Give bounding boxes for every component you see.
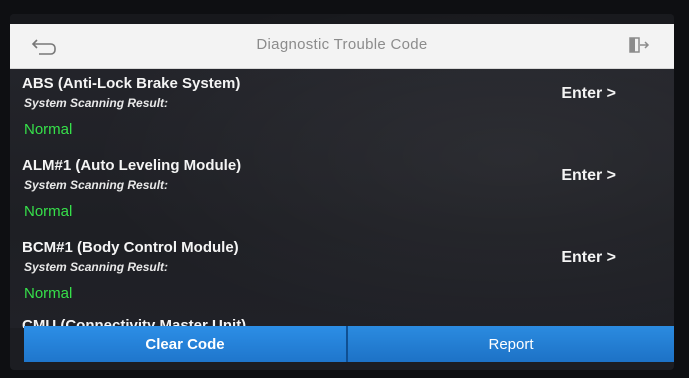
exit-button[interactable] xyxy=(622,32,656,58)
scan-status: Normal xyxy=(24,285,73,302)
report-button[interactable]: Report xyxy=(348,326,674,362)
scan-result-label: System Scanning Result: xyxy=(24,96,169,110)
scan-status: Normal xyxy=(24,121,73,138)
module-name: ABS (Anti-Lock Brake System) xyxy=(22,75,241,92)
enter-button[interactable]: Enter > xyxy=(561,167,616,185)
module-name: ALM#1 (Auto Leveling Module) xyxy=(22,157,242,174)
page-title: Diagnostic Trouble Code xyxy=(256,36,428,53)
enter-button[interactable]: Enter > xyxy=(561,249,616,267)
scan-result-label: System Scanning Result: xyxy=(24,178,169,192)
action-bar: Clear Code Report xyxy=(24,326,674,362)
module-name: BCM#1 (Body Control Module) xyxy=(22,239,239,256)
exit-icon xyxy=(629,37,650,53)
scan-status: Normal xyxy=(24,203,73,220)
enter-button[interactable]: Enter > xyxy=(561,85,616,103)
clear-code-button[interactable]: Clear Code xyxy=(24,326,346,362)
status-bar xyxy=(10,14,674,24)
module-list: ABS (Anti-Lock Brake System) System Scan… xyxy=(10,69,674,328)
list-item: ABS (Anti-Lock Brake System) System Scan… xyxy=(10,69,674,151)
device-screen: Diagnostic Trouble Code ABS (Anti-Lock B… xyxy=(10,14,674,370)
list-item: BCM#1 (Body Control Module) System Scann… xyxy=(10,233,674,315)
scan-result-label: System Scanning Result: xyxy=(24,260,169,274)
title-bar: Diagnostic Trouble Code xyxy=(10,24,674,69)
list-item: ALM#1 (Auto Leveling Module) System Scan… xyxy=(10,151,674,233)
